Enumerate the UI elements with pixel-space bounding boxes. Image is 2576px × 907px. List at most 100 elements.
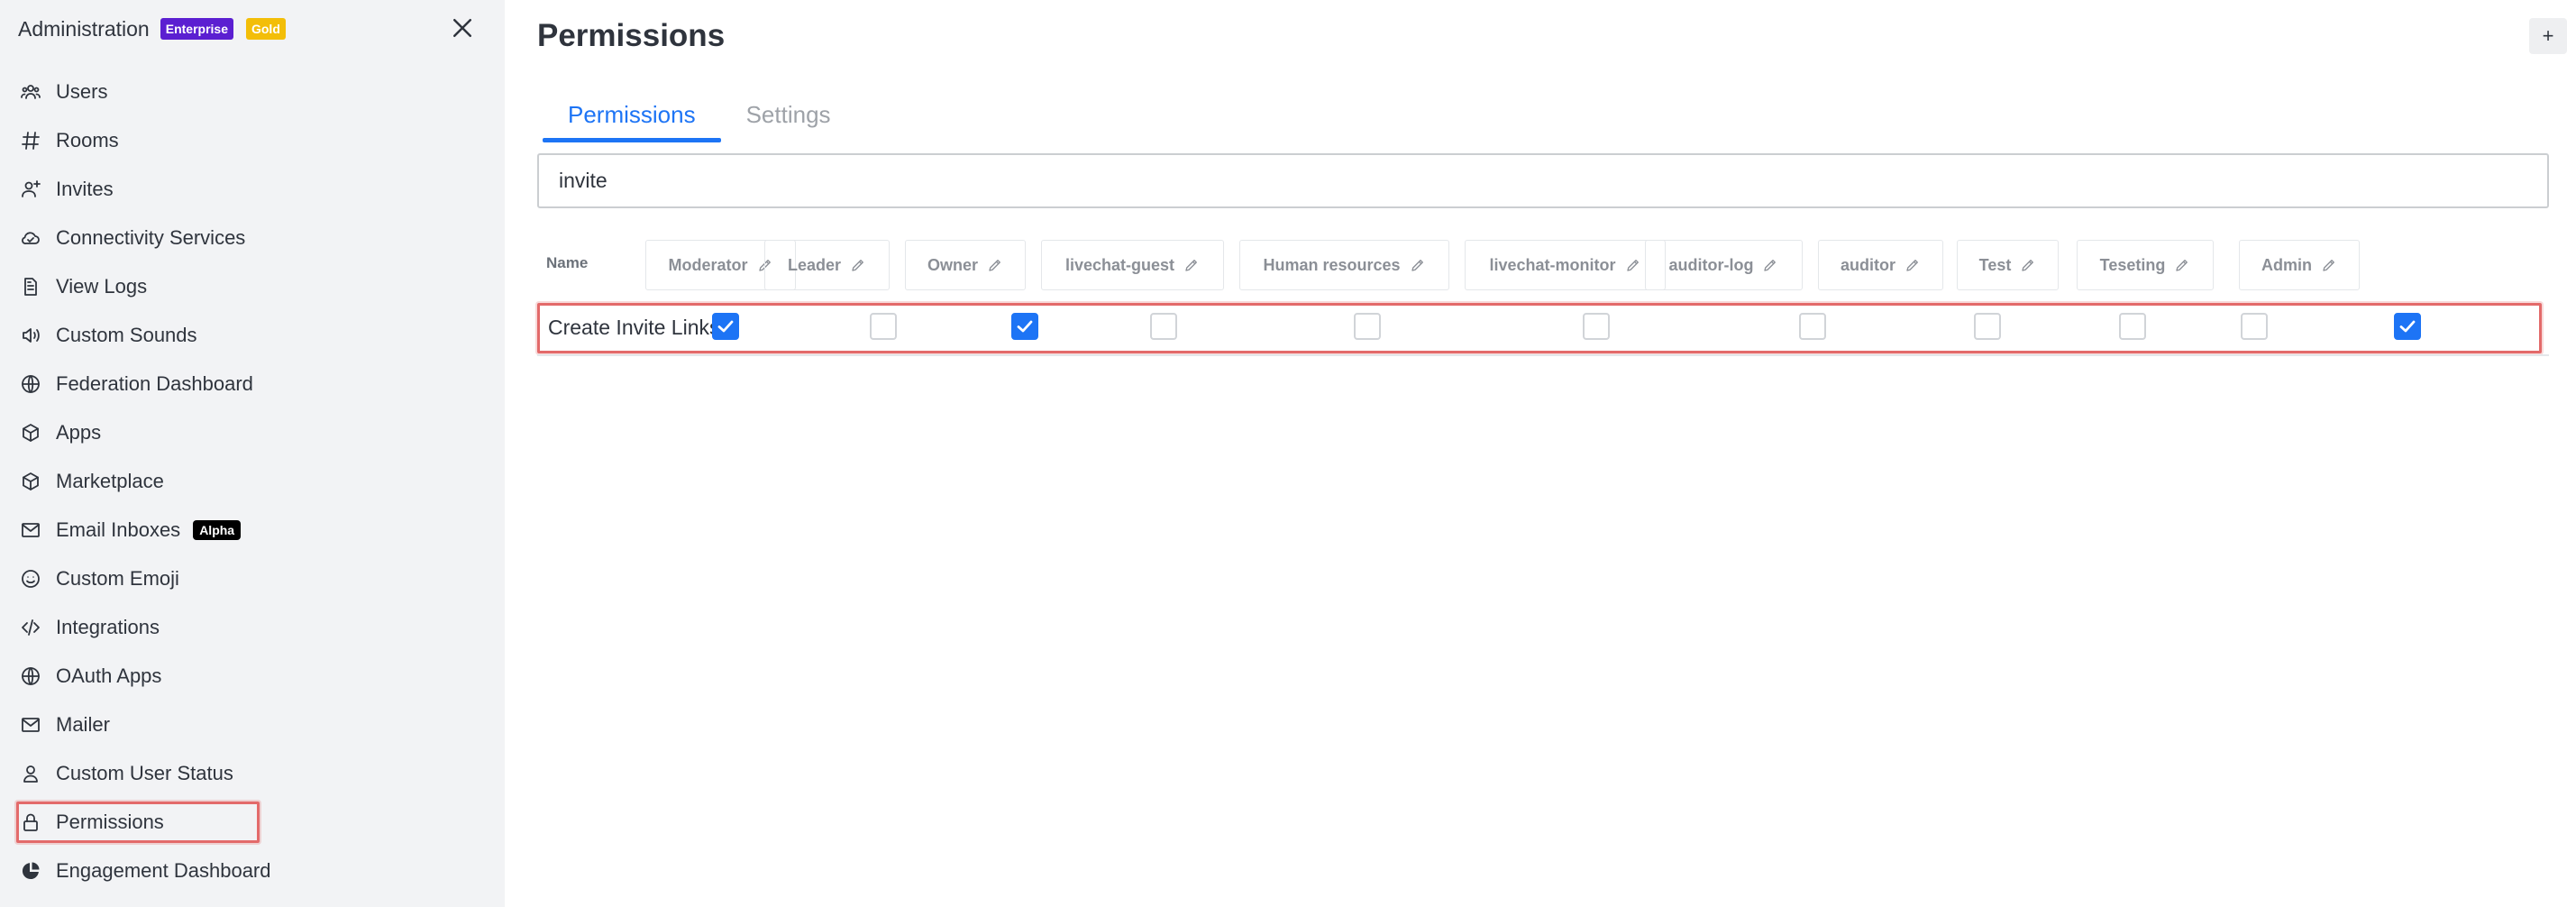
role-header-auditor[interactable]: auditor [1818,240,1943,290]
sidebar-item-invites[interactable]: Invites [0,165,505,214]
sidebar-item-engagement-dashboard[interactable]: Engagement Dashboard [0,847,505,895]
sidebar-item-custom-sounds[interactable]: Custom Sounds [0,311,505,360]
mail-icon [20,714,41,736]
globe-icon [20,373,41,395]
permission-checkbox-livechat-monitor[interactable] [1583,313,1610,340]
role-header-owner[interactable]: Owner [905,240,1026,290]
enterprise-badge: Enterprise [160,18,233,40]
sidebar-item-label: Connectivity Services [56,226,246,249]
permission-checkbox-teseting[interactable] [2241,313,2268,340]
sidebar-item-label: Apps [56,421,102,444]
role-header-teseting[interactable]: Teseting [2077,240,2214,290]
edit-icon[interactable] [1616,257,1641,273]
sidebar-item-apps[interactable]: Apps [0,408,505,457]
mail-icon [20,519,41,541]
sidebar-item-mailer[interactable]: Mailer [0,701,505,749]
sidebar-item-label: Email Inboxes [56,518,181,541]
edit-icon[interactable] [1401,257,1426,273]
sidebar-item-permissions[interactable]: Permissions [0,798,505,847]
sidebar-item-integrations[interactable]: Integrations [0,603,505,652]
role-name: livechat-guest [1064,255,1175,274]
sidebar-item-custom-emoji[interactable]: Custom Emoji [0,554,505,603]
admin-sidebar: Administration Enterprise Gold Users Room… [0,0,505,907]
permission-checkbox-moderator[interactable] [712,313,739,340]
permission-checkbox-leader[interactable] [870,313,897,340]
alpha-badge: Alpha [193,520,242,540]
sound-icon [20,325,41,346]
sidebar-item-label: Users [56,80,108,103]
tab-permissions[interactable]: Permissions [543,90,721,142]
role-header-auditor-log[interactable]: auditor-log [1645,240,1803,290]
role-header-livechat-monitor[interactable]: livechat-monitor [1465,240,1666,290]
sidebar-item-view-logs[interactable]: View Logs [0,262,505,311]
permission-checkbox-human-resources[interactable] [1354,313,1381,340]
sidebar-item-label: View Logs [56,275,148,298]
gold-badge: Gold [245,18,286,40]
cloud-icon [20,227,41,249]
emoji-icon [20,568,41,590]
role-name: Moderator [668,255,748,274]
role-name: Teseting [2099,255,2166,274]
cube-icon [20,422,41,444]
role-header-test[interactable]: Test [1957,240,2059,290]
sidebar-item-label: Mailer [56,713,110,736]
table-row: Create Invite Links [537,303,2549,357]
hashtag-icon [20,130,41,151]
edit-icon[interactable] [1753,257,1778,273]
close-icon[interactable] [449,14,476,41]
sidebar-item-label: Custom Emoji [56,567,179,590]
sidebar-item-label: Marketplace [56,470,164,492]
sidebar-item-label: Custom User Status [56,762,233,784]
edit-icon[interactable] [1895,257,1921,273]
sidebar-item-federation-dashboard[interactable]: Federation Dashboard [0,360,505,408]
sidebar-item-label: OAuth Apps [56,664,162,687]
sidebar-item-users[interactable]: Users [0,68,505,116]
globe-icon [20,665,41,687]
pie-chart-icon [20,860,41,882]
permission-checkbox-auditor-log[interactable] [1799,313,1826,340]
permission-checkbox-auditor[interactable] [1974,313,2001,340]
sidebar-item-custom-user-status[interactable]: Custom User Status [0,749,505,798]
permission-checkbox-livechat-guest[interactable] [1150,313,1177,340]
role-header-leader[interactable]: Leader [764,240,890,290]
permission-checkbox-test[interactable] [2119,313,2146,340]
document-icon [20,276,41,298]
role-name: Human resources [1263,255,1401,274]
edit-icon[interactable] [2011,257,2036,273]
edit-icon[interactable] [1174,257,1200,273]
name-column-header: Name [546,254,589,271]
check-icon [2399,320,2416,333]
user-icon [20,763,41,784]
permission-checkbox-admin[interactable] [2394,313,2421,340]
sidebar-item-connectivity-services[interactable]: Connectivity Services [0,214,505,262]
sidebar-item-label: Custom Sounds [56,324,197,346]
edit-icon[interactable] [841,257,866,273]
role-header-admin[interactable]: Admin [2239,240,2360,290]
check-icon [1017,320,1033,333]
check-icon [717,320,734,333]
role-name: livechat-monitor [1489,255,1616,274]
sidebar-nav: Users Rooms Invites Connectivity Services Vi… [0,68,505,895]
search-input[interactable]: invite [537,153,2549,208]
edit-icon[interactable] [2165,257,2190,273]
sidebar-item-rooms[interactable]: Rooms [0,116,505,165]
permission-checkbox-owner[interactable] [1011,313,1038,340]
add-role-button[interactable]: + [2529,18,2567,54]
permission-name: Create Invite Links [548,316,720,339]
sidebar-title: Administration [18,16,150,41]
row-divider [537,354,2549,356]
sidebar-item-oauth-apps[interactable]: OAuth Apps [0,652,505,701]
main-content: Permissions + Permissions Settings invit… [505,0,2576,907]
edit-icon[interactable] [2312,257,2337,273]
sidebar-item-email-inboxes[interactable]: Email Inboxes Alpha [0,506,505,554]
sidebar-item-label: Invites [56,178,114,200]
role-name: Admin [2261,255,2312,274]
sidebar-item-label: Engagement Dashboard [56,859,271,882]
sidebar-item-marketplace[interactable]: Marketplace [0,457,505,506]
role-header-human-resources[interactable]: Human resources [1239,240,1449,290]
sidebar-header: Administration Enterprise Gold [18,13,487,45]
role-name: auditor [1841,255,1895,274]
role-header-livechat-guest[interactable]: livechat-guest [1041,240,1224,290]
edit-icon[interactable] [978,257,1003,273]
tab-settings[interactable]: Settings [721,90,856,142]
